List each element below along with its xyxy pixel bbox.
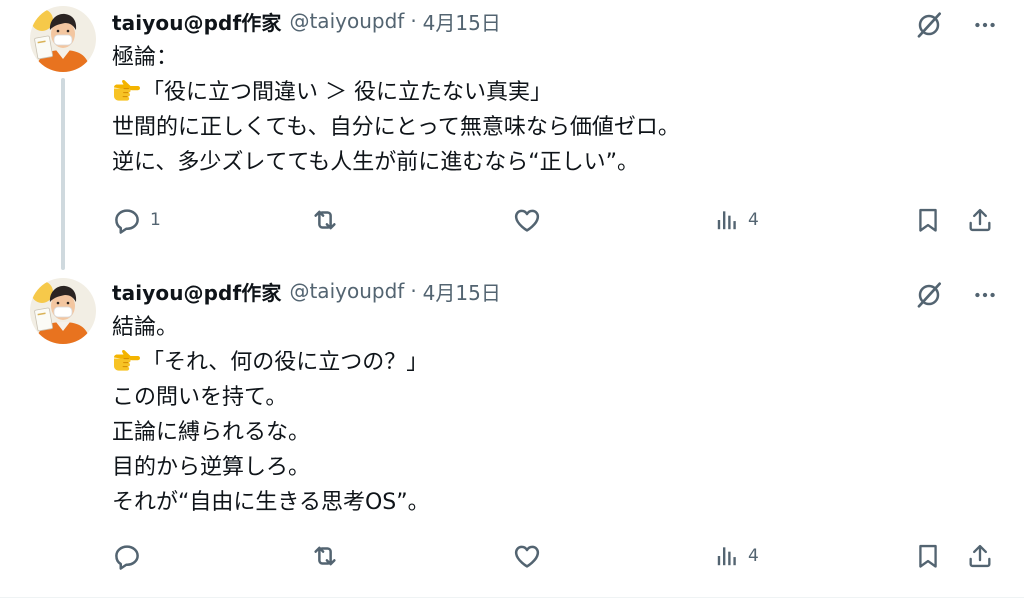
- author-handle[interactable]: @taiyoupdf: [289, 279, 404, 303]
- avatar-image: [30, 278, 96, 344]
- reply-icon: [112, 205, 142, 235]
- more-icon: [972, 12, 998, 38]
- views-icon: [714, 543, 740, 569]
- views-count: 4: [748, 210, 759, 230]
- author-display-name[interactable]: taiyou@pdf作家: [112, 277, 281, 306]
- tweet-text-line-content: 「役に立つ間違い ＞ 役に立たない真実」: [142, 80, 552, 105]
- tweet[interactable]: taiyou@pdf作家 @taiyoupdf · 4月15日 結論。 「それ、…: [0, 270, 1024, 598]
- bookmark-button[interactable]: [914, 538, 942, 574]
- share-icon: [966, 206, 994, 234]
- header-separator: ·: [410, 279, 417, 303]
- tweet-text-line: 目的から逆算しろ。: [112, 455, 311, 480]
- bookmark-icon: [914, 206, 942, 234]
- views-button[interactable]: 4: [714, 538, 759, 574]
- bookmark-button[interactable]: [914, 202, 942, 238]
- repost-button[interactable]: [310, 538, 340, 574]
- pointing-right-hand-icon: [112, 348, 140, 374]
- share-icon: [966, 542, 994, 570]
- header-separator: ·: [410, 9, 417, 33]
- grok-icon: [914, 10, 944, 40]
- more-options-button[interactable]: [972, 12, 998, 38]
- reply-icon: [112, 541, 142, 571]
- author-handle[interactable]: @taiyoupdf: [289, 9, 404, 33]
- repost-icon: [310, 541, 340, 571]
- reply-button[interactable]: 1: [112, 202, 161, 238]
- like-button[interactable]: [512, 538, 542, 574]
- tweet-top-actions: [914, 10, 998, 40]
- tweet-action-bar: 1 4: [0, 202, 1024, 238]
- avatar[interactable]: [30, 278, 96, 344]
- repost-button[interactable]: [310, 202, 340, 238]
- reply-count: 1: [150, 210, 161, 230]
- avatar-image: [30, 6, 96, 72]
- tweet-text-line: それが“自由に生きる思考OS”。: [112, 490, 430, 515]
- pointing-right-hand-icon: [112, 78, 140, 104]
- grok-button[interactable]: [914, 280, 944, 310]
- tweet-top-actions: [914, 280, 998, 310]
- like-button[interactable]: [512, 202, 542, 238]
- tweet-text-line: 極論：: [112, 45, 179, 70]
- share-button[interactable]: [966, 538, 994, 574]
- like-icon: [512, 541, 542, 571]
- tweet-text-line: この問いを持て。: [112, 385, 288, 410]
- author-display-name[interactable]: taiyou@pdf作家: [112, 7, 281, 36]
- tweet-header: taiyou@pdf作家 @taiyoupdf · 4月15日: [112, 7, 501, 36]
- tweet-text-line: 「役に立つ間違い ＞ 役に立たない真実」: [112, 75, 680, 110]
- tweet-text: 極論： 「役に立つ間違い ＞ 役に立たない真実」 世間的に正しくても、自分にとっ…: [112, 40, 680, 180]
- tweet-header: taiyou@pdf作家 @taiyoupdf · 4月15日: [112, 277, 501, 306]
- tweet-text-line: 「それ、何の役に立つの？」: [112, 345, 430, 380]
- tweet-text-line: 逆に、多少ズレてても人生が前に進むなら“正しい”。: [112, 150, 640, 175]
- repost-icon: [310, 205, 340, 235]
- views-button[interactable]: 4: [714, 202, 759, 238]
- bookmark-icon: [914, 542, 942, 570]
- more-icon: [972, 282, 998, 308]
- like-icon: [512, 205, 542, 235]
- tweet-text-line: 正論に縛られるな。: [112, 420, 311, 445]
- tweet-text-line: 世間的に正しくても、自分にとって無意味なら価値ゼロ。: [112, 115, 680, 140]
- avatar[interactable]: [30, 6, 96, 72]
- thread-connector-line: [61, 78, 65, 270]
- tweet-text-line: 結論。: [112, 315, 179, 340]
- tweet[interactable]: taiyou@pdf作家 @taiyoupdf · 4月15日 極論： 「役に立…: [0, 0, 1024, 270]
- tweet-date[interactable]: 4月15日: [423, 277, 501, 306]
- tweet-action-bar: 4: [0, 538, 1024, 574]
- grok-button[interactable]: [914, 10, 944, 40]
- views-count: 4: [748, 546, 759, 566]
- reply-button[interactable]: [112, 538, 142, 574]
- share-button[interactable]: [966, 202, 994, 238]
- tweet-text: 結論。 「それ、何の役に立つの？」 この問いを持て。 正論に縛られるな。 目的か…: [112, 310, 430, 520]
- views-icon: [714, 207, 740, 233]
- tweet-date[interactable]: 4月15日: [423, 7, 501, 36]
- grok-icon: [914, 280, 944, 310]
- more-options-button[interactable]: [972, 282, 998, 308]
- tweet-text-line-content: 「それ、何の役に立つの？」: [142, 350, 429, 375]
